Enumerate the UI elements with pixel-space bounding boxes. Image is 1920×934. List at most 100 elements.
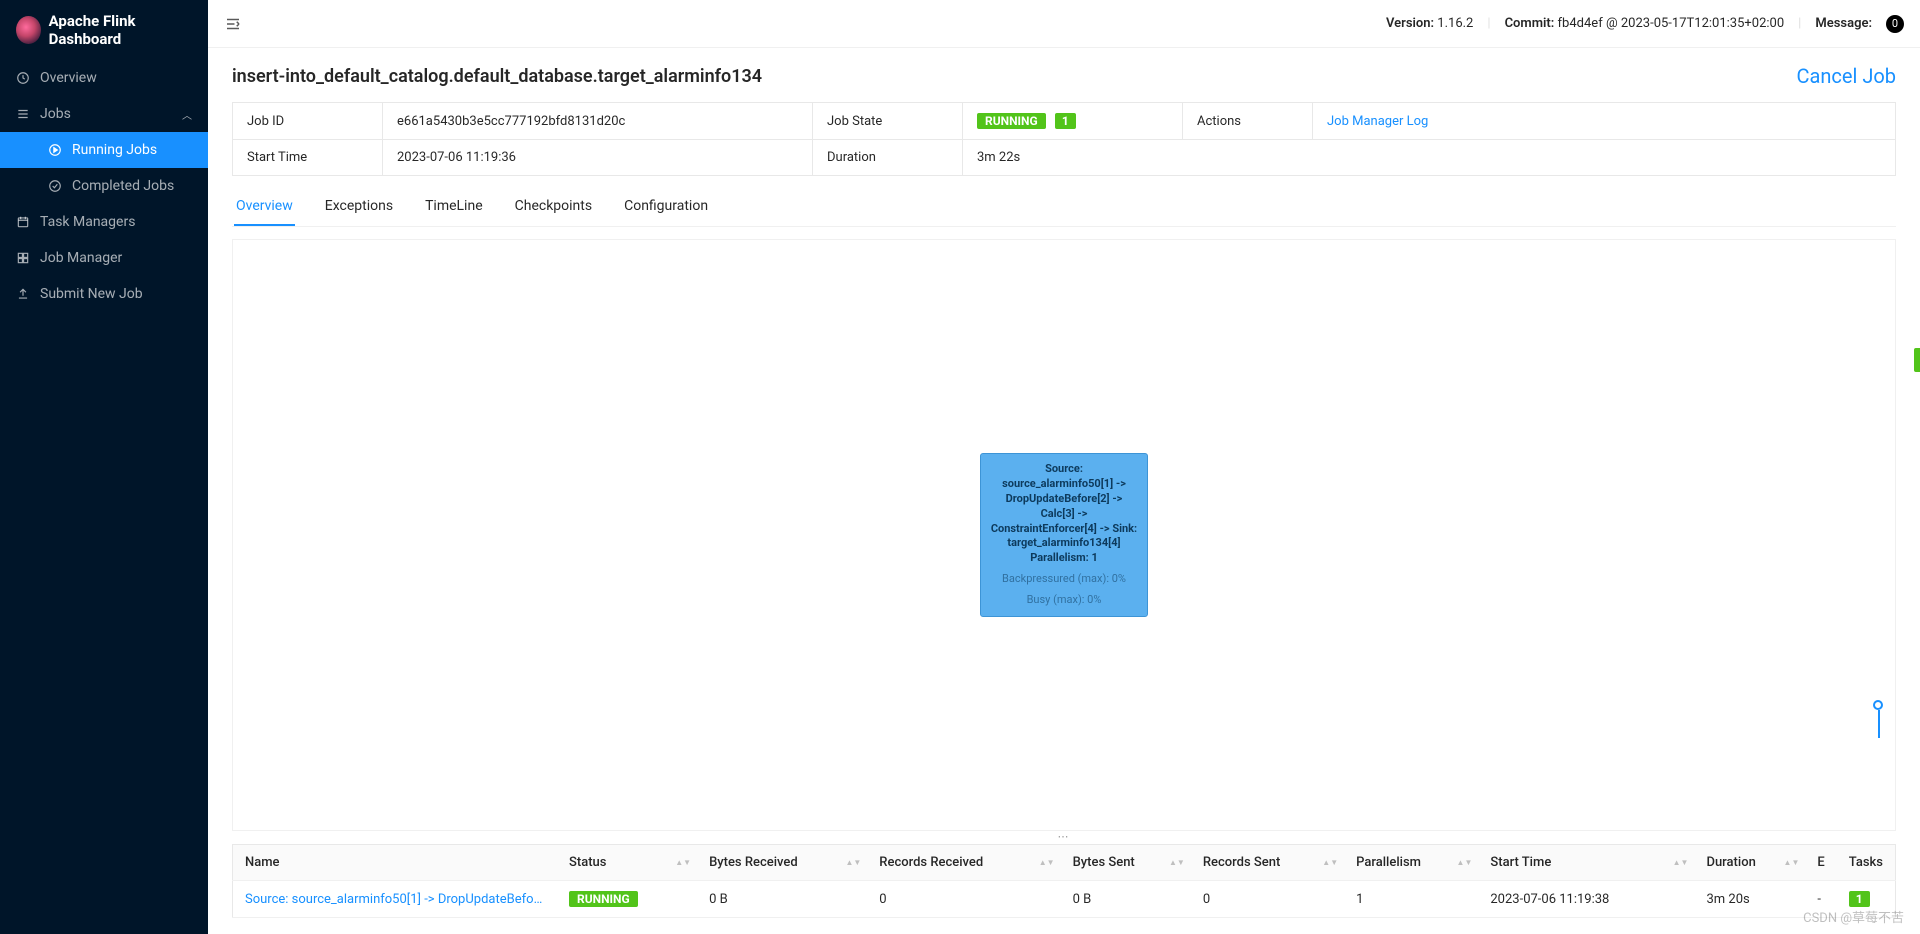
sort-icon: ▲▼ [845,860,861,866]
duration-label: Duration [813,140,963,176]
sort-icon: ▲▼ [1169,860,1185,866]
th-status[interactable]: Status▲▼ [557,845,697,881]
watermark: CSDN @草莓不苦 [1803,907,1904,926]
sidebar: Apache Flink Dashboard Overview Jobs ︿ [0,0,208,934]
splitter-handle[interactable]: ⋯ [232,830,1896,843]
sidebar-item-overview[interactable]: Overview [0,60,208,96]
cancel-job-link[interactable]: Cancel Job [1796,64,1896,88]
divider: | [1487,16,1490,31]
sort-icon: ▲▼ [1673,860,1689,866]
sidebar-item-submit-job[interactable]: Submit New Job [0,276,208,312]
version-segment: Version: 1.16.2 [1386,16,1473,31]
job-state-label: Job State [813,103,963,140]
sidebar-label-running-jobs: Running Jobs [72,142,157,158]
sidebar-item-task-managers[interactable]: Task Managers [0,204,208,240]
th-start-time[interactable]: Start Time▲▼ [1478,845,1694,881]
sidebar-label-overview: Overview [40,70,97,86]
task-duration: 3m 20s [1694,881,1805,918]
task-table-header-row: Name Status▲▼ Bytes Received▲▼ Records R… [233,845,1896,881]
sidebar-item-job-manager[interactable]: Job Manager [0,240,208,276]
sort-icon: ▲▼ [1784,860,1800,866]
task-bytes-sent: 0 B [1061,881,1191,918]
th-bytes-sent[interactable]: Bytes Sent▲▼ [1061,845,1191,881]
th-parallelism[interactable]: Parallelism▲▼ [1344,845,1478,881]
side-marker [1914,348,1920,372]
upload-icon [16,287,30,301]
sidebar-item-completed-jobs[interactable]: Completed Jobs [0,168,208,204]
start-time-value: 2023-07-06 11:19:36 [383,140,813,176]
job-id-label: Job ID [233,103,383,140]
graph-slider-handle[interactable] [1873,700,1883,710]
bars-icon [16,107,30,121]
message-count-badge[interactable]: 0 [1886,15,1904,33]
menu-fold-icon[interactable] [224,15,242,33]
sidebar-label-submit-job: Submit New Job [40,286,143,302]
duration-value: 3m 22s [963,140,1896,176]
th-name[interactable]: Name [233,845,558,881]
th-bytes-received[interactable]: Bytes Received▲▼ [697,845,867,881]
content: insert-into_default_catalog.default_data… [208,48,1920,934]
job-title: insert-into_default_catalog.default_data… [232,66,762,87]
sidebar-item-jobs[interactable]: Jobs ︿ [0,96,208,132]
task-status-badge: RUNNING [569,891,638,907]
sort-icon: ▲▼ [675,860,691,866]
sidebar-item-running-jobs[interactable]: Running Jobs [0,132,208,168]
chevron-up-icon: ︿ [182,107,192,122]
actions-cell: Job Manager Log [1313,103,1896,140]
tab-overview[interactable]: Overview [234,188,295,226]
task-parallelism: 1 [1344,881,1478,918]
tab-checkpoints[interactable]: Checkpoints [513,188,594,226]
job-graph[interactable]: Source: source_alarminfo50[1] -> DropUpd… [232,239,1896,831]
job-info-table: Job ID e661a5430b3e5cc777192bfd8131d20c … [232,102,1896,176]
sort-icon: ▲▼ [1039,860,1055,866]
th-records-sent[interactable]: Records Sent▲▼ [1191,845,1344,881]
build-icon [16,251,30,265]
divider: | [1798,16,1801,31]
task-start-time: 2023-07-06 11:19:38 [1478,881,1694,918]
message-segment: Message: [1815,16,1872,31]
th-duration[interactable]: Duration▲▼ [1694,845,1805,881]
job-id-value: e661a5430b3e5cc777192bfd8131d20c [383,103,813,140]
task-name-link[interactable]: Source: source_alarminfo50[1] -> DropUpd… [245,892,545,907]
sidebar-label-task-managers: Task Managers [40,214,135,230]
app-title: Apache Flink Dashboard [49,12,192,48]
start-time-label: Start Time [233,140,383,176]
operator-node[interactable]: Source: source_alarminfo50[1] -> DropUpd… [980,453,1148,617]
job-tabs: Overview Exceptions TimeLine Checkpoints… [232,188,1896,227]
play-circle-icon [48,143,62,157]
job-manager-log-link[interactable]: Job Manager Log [1327,114,1428,129]
node-title: Source: source_alarminfo50[1] -> DropUpd… [989,462,1139,551]
schedule-icon [16,215,30,229]
sidebar-menu: Overview Jobs ︿ Running Jobs [0,60,208,312]
task-table: Name Status▲▼ Bytes Received▲▼ Records R… [232,844,1896,918]
task-records-received: 0 [867,881,1060,918]
commit-segment: Commit: fb4d4ef @ 2023-05-17T12:01:35+02… [1505,16,1785,31]
topbar: Version: 1.16.2 | Commit: fb4d4ef @ 2023… [208,0,1920,48]
task-row[interactable]: Source: source_alarminfo50[1] -> DropUpd… [233,881,1896,918]
th-records-received[interactable]: Records Received▲▼ [867,845,1060,881]
node-parallelism: Parallelism: 1 [989,551,1139,566]
task-records-sent: 0 [1191,881,1344,918]
task-count-badge: 1 [1849,891,1870,907]
sidebar-label-job-manager: Job Manager [40,250,122,266]
node-busy: Busy (max): 0% [989,593,1139,608]
main: Version: 1.16.2 | Commit: fb4d4ef @ 2023… [208,0,1920,934]
tab-configuration[interactable]: Configuration [622,188,710,226]
actions-label: Actions [1183,103,1313,140]
flink-logo-icon [16,16,41,44]
sort-icon: ▲▼ [1322,860,1338,866]
sidebar-label-completed-jobs: Completed Jobs [72,178,174,194]
topbar-info: Version: 1.16.2 | Commit: fb4d4ef @ 2023… [1386,15,1904,33]
sort-icon: ▲▼ [1457,860,1473,866]
status-count-badge: 1 [1055,113,1076,129]
tab-exceptions[interactable]: Exceptions [323,188,395,226]
sidebar-label-jobs: Jobs [40,106,71,122]
dashboard-icon [16,71,30,85]
th-end[interactable]: E [1805,845,1836,881]
node-backpressure: Backpressured (max): 0% [989,572,1139,587]
tab-timeline[interactable]: TimeLine [423,188,485,226]
app-logo-row: Apache Flink Dashboard [0,0,208,60]
th-tasks[interactable]: Tasks [1837,845,1896,881]
check-circle-icon [48,179,62,193]
status-badge: RUNNING [977,113,1046,129]
